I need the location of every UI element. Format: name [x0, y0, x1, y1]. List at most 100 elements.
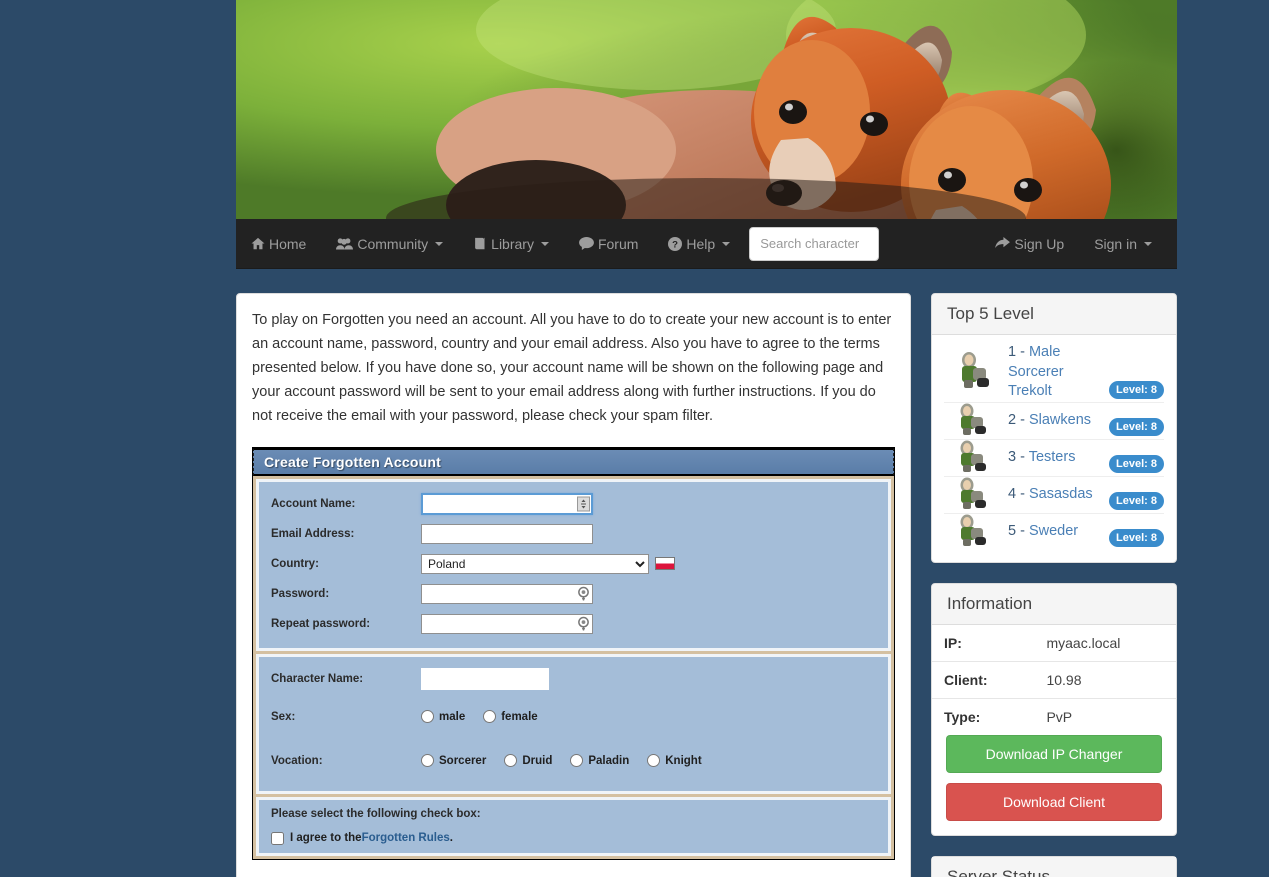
vocation-radio-paladin[interactable]: [570, 754, 583, 767]
status-badge: Level: 8: [1109, 492, 1164, 510]
status-badge: Level: 8: [1109, 418, 1164, 436]
password-input[interactable]: [421, 584, 593, 604]
sidebar-column: Top 5 Level 1 - Male Sorcerer Trekolt Le…: [931, 293, 1177, 877]
checkbox-note: Please select the following check box:: [271, 808, 876, 820]
status-badge: Level: 8: [1109, 381, 1164, 399]
information-title: Information: [932, 584, 1176, 625]
repeat-password-input[interactable]: [421, 614, 593, 634]
main-navbar: Home Community: [236, 219, 1177, 269]
forgotten-rules-link[interactable]: Forgotten Rules: [362, 832, 450, 844]
vocation-option-knight[interactable]: Knight: [647, 754, 701, 767]
download-ip-changer-button[interactable]: Download IP Changer: [946, 735, 1162, 773]
nav-item-community[interactable]: Community: [321, 219, 458, 269]
list-item-name: Sasasdas: [1029, 486, 1093, 502]
chevron-down-icon: [541, 242, 549, 246]
character-sprite-icon: [944, 403, 1008, 439]
repeat-password-input-holder: [421, 614, 593, 634]
list-item-name: Slawkens: [1029, 412, 1091, 428]
list-item-rank: 3 -: [1008, 449, 1029, 465]
question-circle-icon: ?: [668, 237, 682, 251]
sign-in-button[interactable]: Sign in: [1079, 219, 1167, 269]
nav-item-library[interactable]: Library: [458, 219, 564, 269]
vocation-option-sorcerer[interactable]: Sorcerer: [421, 754, 486, 767]
main-column: To play on Forgotten you need an account…: [236, 293, 911, 877]
character-sprite-icon: [944, 514, 1008, 550]
download-client-button[interactable]: Download Client: [946, 783, 1162, 821]
list-item[interactable]: 3 - Testers Level: 8: [944, 440, 1164, 477]
password-label: Password:: [271, 588, 421, 600]
sex-row: Sex: male female: [271, 703, 876, 731]
list-item[interactable]: 4 - Sasasdas Level: 8: [944, 477, 1164, 514]
submit-area: Submit: [252, 860, 895, 877]
account-name-input[interactable]: [421, 493, 593, 515]
nav-label-forum: Forum: [598, 219, 638, 269]
nav-label-home: Home: [269, 219, 306, 269]
users-icon: [336, 237, 353, 250]
list-item[interactable]: 2 - Slawkens Level: 8: [944, 403, 1164, 440]
list-item-label: 3 - Testers: [1008, 448, 1109, 468]
vocation-option-paladin[interactable]: Paladin: [570, 754, 629, 767]
vocation-label-knight: Knight: [665, 755, 701, 767]
table-row: IP: myaac.local: [932, 625, 1176, 662]
email-row: Email Address:: [271, 520, 876, 548]
account-name-input-holder: [421, 493, 593, 515]
top-levels-panel: Top 5 Level 1 - Male Sorcerer Trekolt Le…: [931, 293, 1177, 563]
search-input[interactable]: [749, 227, 879, 261]
sex-radio-male[interactable]: [421, 710, 434, 723]
vocation-option-druid[interactable]: Druid: [504, 754, 552, 767]
account-name-label: Account Name:: [271, 498, 421, 510]
list-item[interactable]: 1 - Male Sorcerer Trekolt Level: 8: [944, 343, 1164, 403]
repeat-password-label: Repeat password:: [271, 618, 421, 630]
header-banner-image: [236, 0, 1177, 219]
vocation-row: Vocation: Sorcerer Druid: [271, 747, 876, 775]
vocation-radio-sorcerer[interactable]: [421, 754, 434, 767]
country-select[interactable]: Poland: [421, 554, 649, 574]
vocation-label-paladin: Paladin: [588, 755, 629, 767]
character-sprite-icon: [944, 440, 1008, 476]
server-status-panel: Server Status: [931, 856, 1177, 877]
agreement-line: I agree to the Forgotten Rules .: [271, 832, 876, 845]
sex-option-female[interactable]: female: [483, 710, 537, 723]
account-creation-body: To play on Forgotten you need an account…: [237, 294, 910, 877]
agree-checkbox[interactable]: [271, 832, 284, 845]
nav-label-library: Library: [491, 219, 534, 269]
nav-item-help[interactable]: ? Help: [653, 219, 745, 269]
vocation-label-druid: Druid: [522, 755, 552, 767]
chevron-down-icon: [435, 242, 443, 246]
list-item-label: 2 - Slawkens: [1008, 411, 1109, 431]
share-arrow-icon: [995, 237, 1010, 250]
password-row: Password:: [271, 580, 876, 608]
sex-radio-female[interactable]: [483, 710, 496, 723]
top-levels-list: 1 - Male Sorcerer Trekolt Level: 8 2 - S…: [932, 335, 1176, 562]
sign-up-button[interactable]: Sign Up: [980, 219, 1079, 269]
info-value-ip: myaac.local: [1034, 625, 1176, 662]
country-row: Country: Poland: [271, 550, 876, 578]
account-fields-section: Account Name: Email Addr: [256, 479, 891, 651]
chevron-down-icon: [1144, 242, 1152, 246]
list-item[interactable]: 5 - Sweder Level: 8: [944, 514, 1164, 550]
character-name-input[interactable]: [421, 668, 549, 690]
form-title: Create Forgotten Account: [253, 448, 894, 476]
info-key-ip: IP:: [932, 625, 1034, 662]
email-label: Email Address:: [271, 528, 421, 540]
vocation-radio-druid[interactable]: [504, 754, 517, 767]
sex-option-male[interactable]: male: [421, 710, 465, 723]
home-icon: [251, 237, 265, 250]
nav-item-home[interactable]: Home: [236, 219, 321, 269]
information-table: IP: myaac.local Client: 10.98 Type: PvP: [932, 625, 1176, 735]
country-label: Country:: [271, 558, 421, 570]
list-item-label: 4 - Sasasdas: [1008, 485, 1109, 505]
chevron-down-icon: [722, 242, 730, 246]
info-value-type: PvP: [1034, 698, 1176, 735]
info-key-client: Client:: [932, 661, 1034, 698]
site-container: Home Community: [236, 0, 1177, 877]
character-name-row: Character Name:: [271, 665, 876, 693]
navbar-left: Home Community: [236, 219, 879, 269]
sign-in-label: Sign in: [1094, 219, 1137, 269]
vocation-radio-knight[interactable]: [647, 754, 660, 767]
poland-flag-icon: [655, 557, 675, 570]
nav-label-community: Community: [357, 219, 428, 269]
email-input[interactable]: [421, 524, 593, 544]
status-badge: Level: 8: [1109, 455, 1164, 473]
nav-item-forum[interactable]: Forum: [564, 219, 653, 269]
